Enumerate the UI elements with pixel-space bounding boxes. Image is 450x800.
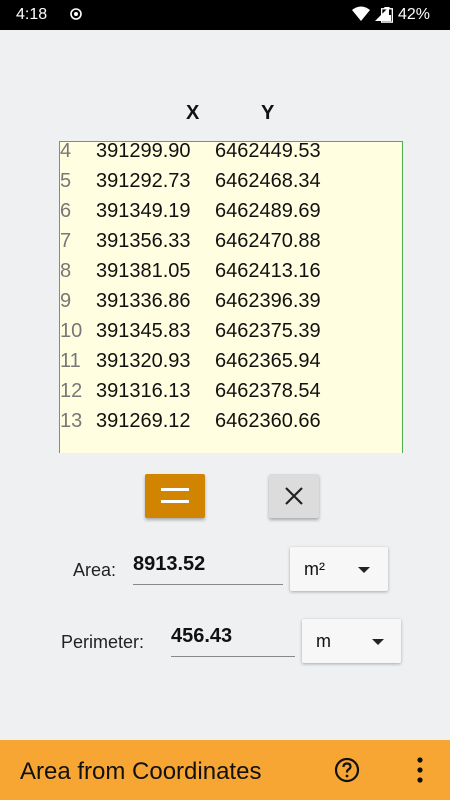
coordinates-input[interactable]: 4 391299.90 6462449.53 5 391292.73 64624… — [59, 141, 403, 453]
area-label: Area: — [73, 560, 117, 580]
x-value: 391381.05 — [96, 260, 191, 282]
row-index: 12 — [60, 380, 83, 402]
row-index: 9 — [60, 290, 72, 312]
wifi-icon — [352, 6, 370, 21]
y-value: 6462375.39 — [215, 320, 321, 342]
area-value-field[interactable]: 8913.52 — [133, 553, 283, 585]
x-value: 391345.83 — [96, 320, 191, 342]
x-value: 391336.86 — [96, 290, 191, 312]
status-time: 4:18 — [16, 6, 48, 23]
row-index: 6 — [60, 200, 72, 222]
help-circle-icon[interactable] — [334, 757, 360, 783]
more-vert-icon[interactable] — [414, 756, 426, 784]
y-value: 6462413.16 — [215, 260, 321, 282]
calculate-button[interactable] — [145, 474, 205, 518]
x-value: 391316.13 — [96, 380, 191, 402]
column-header-y: Y — [261, 102, 275, 124]
y-value: 6462365.94 — [215, 350, 321, 372]
x-value: 391269.12 — [96, 410, 191, 432]
area-unit-value: m² — [304, 559, 325, 579]
clear-button[interactable] — [269, 474, 319, 518]
y-value: 6462449.53 — [215, 141, 321, 162]
x-value: 391320.93 — [96, 350, 191, 372]
x-value: 391349.19 — [96, 200, 191, 222]
y-value: 6462489.69 — [215, 200, 321, 222]
battery-icon — [381, 7, 393, 23]
row-index: 13 — [60, 410, 83, 432]
perimeter-unit-value: m — [316, 631, 331, 651]
y-value: 6462378.54 — [215, 380, 321, 402]
record-icon — [70, 8, 82, 20]
perimeter-value-field[interactable]: 456.43 — [171, 625, 295, 657]
app-title: Area from Coordinates — [20, 758, 262, 785]
close-icon — [285, 487, 303, 505]
status-bar: 4:18 42% — [0, 0, 450, 30]
row-index: 7 — [60, 230, 72, 252]
row-index: 10 — [60, 320, 83, 342]
bottom-app-bar: Area from Coordinates — [0, 740, 450, 800]
area-unit-select[interactable]: m² — [290, 547, 388, 591]
row-index: 5 — [60, 170, 72, 192]
column-header-x: X — [186, 102, 200, 124]
y-value: 6462396.39 — [215, 290, 321, 312]
battery-percentage: 42% — [398, 6, 431, 23]
y-value: 6462360.66 — [215, 410, 321, 432]
chevron-down-icon — [358, 567, 370, 573]
row-index: 8 — [60, 260, 72, 282]
x-value: 391299.90 — [96, 141, 191, 162]
row-index: 4 — [60, 141, 72, 162]
x-value: 391356.33 — [96, 230, 191, 252]
chevron-down-icon — [372, 639, 384, 645]
y-value: 6462468.34 — [215, 170, 321, 192]
perimeter-unit-select[interactable]: m — [302, 619, 401, 663]
y-value: 6462470.88 — [215, 230, 321, 252]
x-value: 391292.73 — [96, 170, 191, 192]
row-index: 11 — [60, 350, 81, 372]
perimeter-label: Perimeter: — [61, 632, 145, 652]
